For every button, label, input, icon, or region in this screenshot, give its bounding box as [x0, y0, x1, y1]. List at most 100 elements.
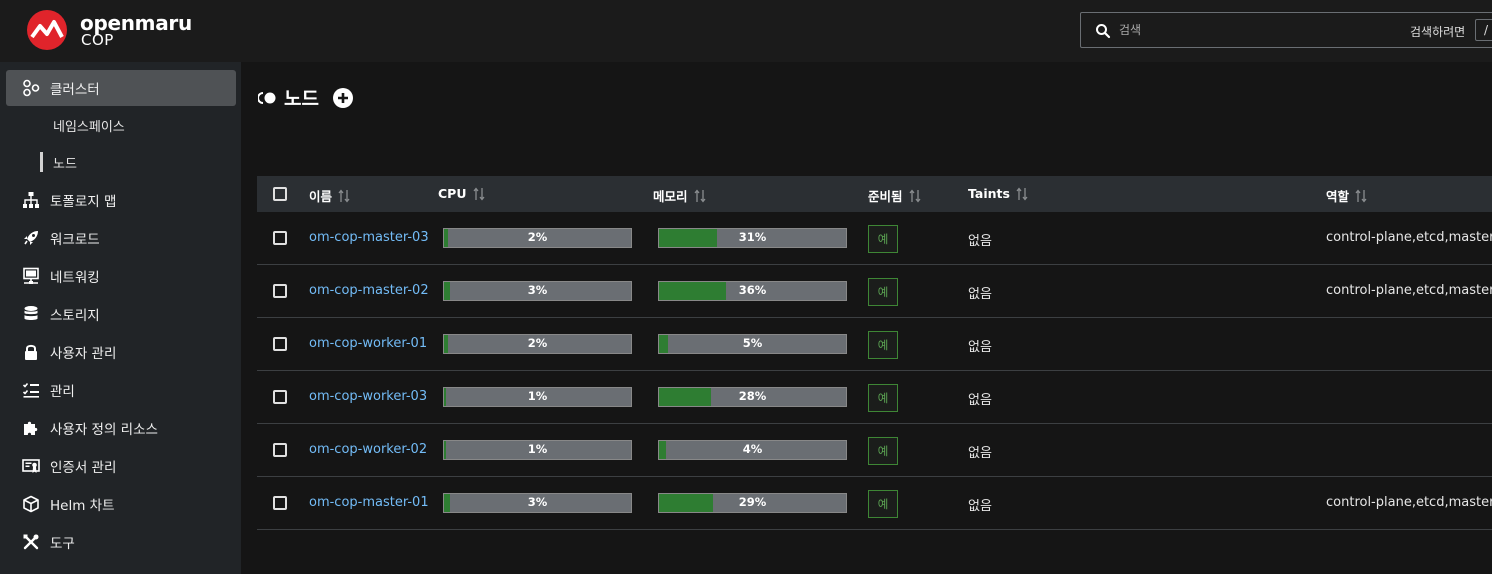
- column-header-taints[interactable]: Taints: [968, 186, 1028, 201]
- node-name-link[interactable]: om-cop-master-02: [309, 283, 429, 298]
- brand-product: COP: [81, 31, 114, 49]
- sidebar-item-label: 클러스터: [50, 82, 100, 98]
- openmaru-logo-icon: [27, 10, 67, 50]
- search-hint: 검색하려면: [1410, 25, 1466, 39]
- sidebar-item-topology[interactable]: 토폴로지 맵: [6, 182, 236, 218]
- add-node-icon[interactable]: [332, 87, 353, 108]
- ready-status-badge: 예: [868, 225, 898, 253]
- sidebar-item-helm-charts[interactable]: Helm 차트: [6, 486, 236, 522]
- sidebar-item-label: Helm 차트: [50, 498, 115, 514]
- taints-value: 없음: [968, 340, 992, 355]
- sidebar-item-label: 사용자 정의 리소스: [50, 422, 158, 438]
- sort-icon: [909, 188, 921, 203]
- memory-usage-label: 5%: [742, 336, 763, 350]
- cube-icon: [23, 495, 39, 513]
- column-header-memory[interactable]: 메모리: [653, 186, 706, 205]
- lock-icon: [25, 344, 37, 360]
- topology-icon: [23, 192, 39, 208]
- row-checkbox[interactable]: [273, 284, 287, 298]
- search-box[interactable]: 검색하려면 /: [1080, 12, 1492, 48]
- ready-status-badge: 예: [868, 278, 898, 306]
- cpu-usage-label: 3%: [527, 495, 548, 509]
- sort-icon: [338, 188, 350, 203]
- column-header-ready[interactable]: 준비됨: [868, 186, 921, 205]
- sidebar-item-custom-resources[interactable]: 사용자 정의 리소스: [6, 410, 236, 446]
- row-checkbox[interactable]: [273, 390, 287, 404]
- row-checkbox[interactable]: [273, 443, 287, 457]
- node-name-link[interactable]: om-cop-master-03: [309, 230, 429, 245]
- role-value: control-plane,etcd,master: [1326, 283, 1492, 298]
- puzzle-icon: [24, 421, 38, 435]
- sort-icon: [694, 188, 706, 203]
- memory-usage-label: 31%: [738, 230, 767, 244]
- sidebar-item-label: 워크로드: [50, 232, 100, 248]
- search-input[interactable]: [1119, 13, 1379, 47]
- taints-value: 없음: [968, 446, 992, 461]
- sort-icon: [472, 186, 485, 201]
- ready-status-badge: 예: [868, 384, 898, 412]
- cpu-usage-label: 1%: [527, 442, 548, 456]
- sidebar-item-storage[interactable]: 스토리지: [6, 296, 236, 332]
- column-header-name[interactable]: 이름: [309, 186, 350, 205]
- node-name-link[interactable]: om-cop-worker-01: [309, 336, 427, 351]
- sidebar-item-certificates[interactable]: 인증서 관리: [6, 448, 236, 484]
- row-checkbox[interactable]: [273, 496, 287, 510]
- page-title-text: 노드: [284, 88, 319, 110]
- sort-icon: [1016, 186, 1028, 201]
- node-name-link[interactable]: om-cop-master-01: [309, 495, 429, 510]
- memory-usage-label: 36%: [738, 283, 767, 297]
- taints-value: 없음: [968, 393, 992, 408]
- cpu-usage-bar: 2%: [443, 334, 632, 354]
- row-checkbox[interactable]: [273, 337, 287, 351]
- sidebar-item-workload[interactable]: 워크로드: [6, 220, 236, 256]
- role-value: control-plane,etcd,master: [1326, 495, 1492, 510]
- sidebar-subitem-node[interactable]: 노드: [40, 148, 77, 176]
- network-icon: [23, 267, 39, 284]
- sidebar-item-label: 도구: [50, 536, 75, 552]
- memory-usage-label: 4%: [742, 442, 763, 456]
- table-header: 이름 CPU 메모리 준비됨 Taints 역할: [257, 176, 1492, 212]
- ready-status-badge: 예: [868, 490, 898, 518]
- sidebar-item-networking[interactable]: 네트워킹: [6, 258, 236, 294]
- row-checkbox[interactable]: [273, 231, 287, 245]
- sort-icon: [1355, 188, 1367, 203]
- brand-logo[interactable]: openmaru COP: [26, 9, 206, 53]
- table-row: om-cop-worker-02 1% 4% 예 없음: [257, 424, 1492, 477]
- ready-status-badge: 예: [868, 331, 898, 359]
- sidebar-item-label: 토폴로지 맵: [50, 194, 117, 210]
- table-row: om-cop-worker-03 1% 28% 예 없음: [257, 371, 1492, 424]
- memory-usage-label: 29%: [738, 495, 767, 509]
- table-row: om-cop-master-03 2% 31% 예 없음 control-plane,et…: [257, 212, 1492, 265]
- sidebar-item-admin[interactable]: 관리: [6, 372, 236, 408]
- tools-icon: [23, 534, 39, 550]
- certificate-icon: [22, 459, 40, 473]
- column-header-role[interactable]: 역할: [1326, 186, 1367, 205]
- cpu-usage-bar: 1%: [443, 387, 632, 407]
- cluster-icon: [23, 79, 40, 97]
- sidebar-subitem-namespace[interactable]: 네임스페이스: [40, 111, 125, 139]
- memory-usage-bar: 28%: [658, 387, 847, 407]
- column-header-cpu[interactable]: CPU: [438, 186, 485, 201]
- sidebar-subitem-label: 네임스페이스: [53, 119, 125, 135]
- sidebar-subitem-label: 노드: [53, 156, 77, 172]
- sidebar-item-label: 네트워킹: [50, 270, 100, 286]
- node-name-link[interactable]: om-cop-worker-02: [309, 442, 427, 457]
- sidebar-item-cluster[interactable]: 클러스터: [6, 70, 236, 106]
- select-all-checkbox[interactable]: [273, 187, 287, 201]
- database-icon: [24, 306, 38, 320]
- sidebar-item-label: 인증서 관리: [50, 460, 117, 476]
- cpu-usage-bar: 1%: [443, 440, 632, 460]
- search-shortcut-key: /: [1475, 19, 1492, 41]
- sidebar-item-label: 스토리지: [50, 308, 100, 324]
- sidebar-item-user-management[interactable]: 사용자 관리: [6, 334, 236, 370]
- active-indicator: [40, 152, 43, 172]
- cpu-usage-bar: 3%: [443, 493, 632, 513]
- table-row: om-cop-worker-01 2% 5% 예 없음: [257, 318, 1492, 371]
- node-name-link[interactable]: om-cop-worker-03: [309, 389, 427, 404]
- rocket-icon: [24, 231, 38, 245]
- sidebar-item-tools[interactable]: 도구: [6, 524, 236, 560]
- taints-value: 없음: [968, 287, 992, 302]
- role-value: control-plane,etcd,master: [1326, 230, 1492, 245]
- memory-usage-label: 28%: [738, 389, 767, 403]
- cpu-usage-bar: 2%: [443, 228, 632, 248]
